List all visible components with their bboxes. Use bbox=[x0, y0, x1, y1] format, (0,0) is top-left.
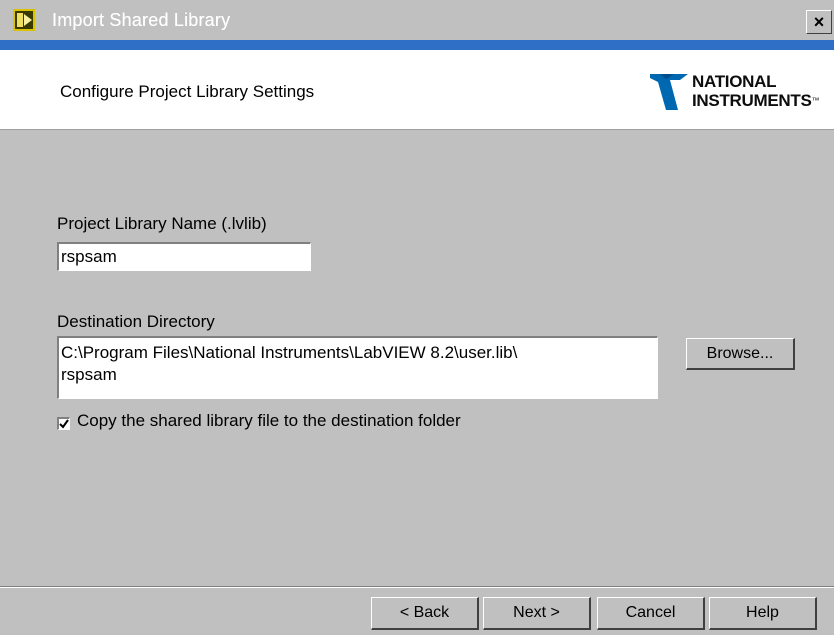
next-button[interactable]: Next > bbox=[483, 597, 591, 630]
title-bar[interactable]: Import Shared Library × bbox=[0, 0, 834, 40]
logo-trademark: ™ bbox=[811, 96, 820, 105]
copy-library-label[interactable]: Copy the shared library file to the dest… bbox=[77, 411, 461, 431]
ni-eagle-logo bbox=[650, 74, 688, 110]
back-button[interactable]: < Back bbox=[371, 597, 479, 630]
labview-app-icon bbox=[13, 9, 35, 31]
close-button[interactable]: × bbox=[806, 10, 832, 34]
page-title: Configure Project Library Settings bbox=[60, 82, 315, 101]
footer-divider bbox=[0, 586, 834, 588]
browse-button[interactable]: Browse... bbox=[686, 338, 795, 370]
logo-line1: NATIONAL bbox=[692, 72, 777, 91]
destination-directory-field[interactable]: C:\Program Files\National Instruments\La… bbox=[57, 336, 658, 399]
logo-line2: INSTRUMENTS bbox=[692, 91, 812, 110]
help-button[interactable]: Help bbox=[709, 597, 817, 630]
close-icon: × bbox=[813, 12, 825, 32]
copy-library-checkbox[interactable] bbox=[57, 417, 70, 430]
window-title: Import Shared Library bbox=[52, 10, 231, 30]
ni-logo: NATIONAL INSTRUMENTS™ bbox=[648, 70, 824, 114]
destination-directory-label: Destination Directory bbox=[57, 312, 215, 331]
cancel-button[interactable]: Cancel bbox=[597, 597, 705, 630]
title-accent-bar bbox=[0, 40, 834, 50]
checkmark-icon bbox=[59, 419, 69, 429]
library-name-field[interactable]: rspsam bbox=[57, 242, 311, 271]
wizard-header: Configure Project Library Settings NATIO… bbox=[0, 50, 834, 130]
library-name-label: Project Library Name (.lvlib) bbox=[57, 214, 267, 233]
import-shared-library-dialog: Import Shared Library × Configure Projec… bbox=[0, 0, 834, 635]
